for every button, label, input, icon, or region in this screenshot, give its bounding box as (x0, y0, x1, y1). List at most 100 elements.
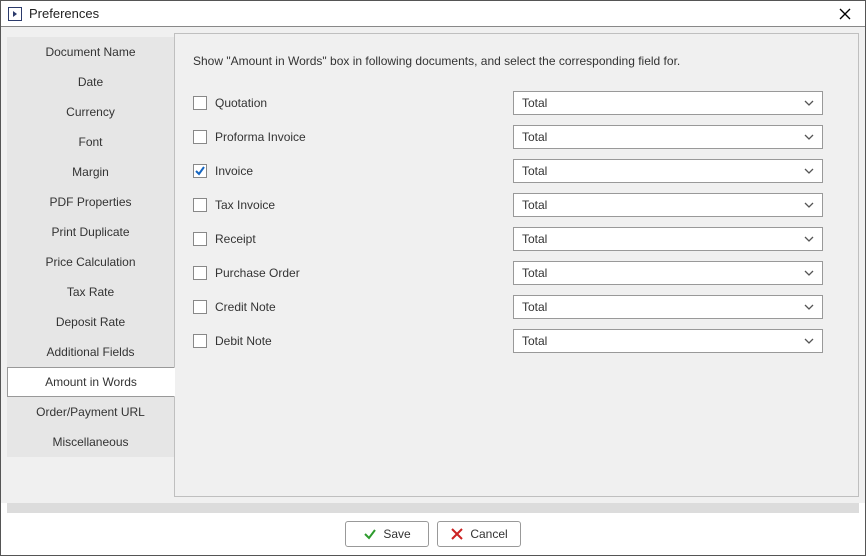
checkbox-debit-note[interactable] (193, 334, 207, 348)
tab-margin[interactable]: Margin (7, 157, 174, 187)
check-icon (363, 527, 377, 541)
save-button[interactable]: Save (345, 521, 429, 547)
tab-label: Amount in Words (45, 375, 137, 389)
tab-additional-fields[interactable]: Additional Fields (7, 337, 174, 367)
tab-label: Deposit Rate (56, 315, 125, 329)
tab-label: Print Duplicate (51, 225, 129, 239)
document-row: Invoice Total (193, 154, 840, 188)
row-label: Receipt (215, 232, 256, 246)
checkmark-icon (194, 165, 206, 177)
cancel-button[interactable]: Cancel (437, 521, 521, 547)
tab-label: Order/Payment URL (36, 405, 145, 419)
select-value: Total (522, 334, 804, 348)
app-icon (7, 6, 23, 22)
document-row: Quotation Total (193, 86, 840, 120)
tab-label: Currency (66, 105, 115, 119)
tab-label: Font (78, 135, 102, 149)
chevron-down-icon (804, 234, 814, 244)
checkbox-wrap: Credit Note (193, 300, 513, 314)
field-select-receipt[interactable]: Total (513, 227, 823, 251)
checkbox-wrap: Tax Invoice (193, 198, 513, 212)
checkbox-wrap: Purchase Order (193, 266, 513, 280)
cancel-button-label: Cancel (470, 527, 507, 541)
rows-container: QuotationTotalProforma InvoiceTotalInvoi… (193, 86, 840, 358)
body: Document Name Date Currency Font Margin PDF P… (1, 27, 865, 503)
save-button-label: Save (383, 527, 410, 541)
tab-pdf-properties[interactable]: PDF Properties (7, 187, 174, 217)
chevron-down-icon (804, 98, 814, 108)
tab-currency[interactable]: Currency (7, 97, 174, 127)
chevron-down-icon (804, 132, 814, 142)
chevron-down-icon (804, 268, 814, 278)
row-label: Proforma Invoice (215, 130, 306, 144)
tab-order-payment-url[interactable]: Order/Payment URL (7, 397, 174, 427)
tab-font[interactable]: Font (7, 127, 174, 157)
chevron-down-icon (804, 166, 814, 176)
checkbox-wrap: Quotation (193, 96, 513, 110)
chevron-down-icon (804, 336, 814, 346)
document-row: Credit Note Total (193, 290, 840, 324)
tab-label: Tax Rate (67, 285, 114, 299)
tab-document-name[interactable]: Document Name (7, 37, 174, 67)
select-value: Total (522, 232, 804, 246)
tab-label: Price Calculation (45, 255, 135, 269)
chevron-down-icon (804, 200, 814, 210)
tab-miscellaneous[interactable]: Miscellaneous (7, 427, 174, 457)
row-label: Quotation (215, 96, 267, 110)
row-label: Credit Note (215, 300, 276, 314)
select-value: Total (522, 266, 804, 280)
field-select-proforma-invoice[interactable]: Total (513, 125, 823, 149)
content-panel: Show "Amount in Words" box in following … (174, 33, 859, 497)
close-icon (839, 8, 851, 20)
row-label: Tax Invoice (215, 198, 275, 212)
window-title: Preferences (29, 6, 829, 21)
chevron-down-icon (804, 302, 814, 312)
row-label: Purchase Order (215, 266, 300, 280)
field-select-tax-invoice[interactable]: Total (513, 193, 823, 217)
document-row: Proforma Invoice Total (193, 120, 840, 154)
tab-deposit-rate[interactable]: Deposit Rate (7, 307, 174, 337)
tab-print-duplicate[interactable]: Print Duplicate (7, 217, 174, 247)
horizontal-scrollbar[interactable] (7, 503, 859, 513)
tab-label: Document Name (45, 45, 135, 59)
row-label: Debit Note (215, 334, 272, 348)
tab-label: PDF Properties (49, 195, 131, 209)
checkbox-proforma-invoice[interactable] (193, 130, 207, 144)
checkbox-wrap: Invoice (193, 164, 513, 178)
checkbox-wrap: Receipt (193, 232, 513, 246)
document-row: Debit Note Total (193, 324, 840, 358)
select-value: Total (522, 96, 804, 110)
field-select-invoice[interactable]: Total (513, 159, 823, 183)
window-close-button[interactable] (829, 1, 861, 26)
field-select-debit-note[interactable]: Total (513, 329, 823, 353)
tab-label: Miscellaneous (52, 435, 128, 449)
tab-date[interactable]: Date (7, 67, 174, 97)
document-row: Receipt Total (193, 222, 840, 256)
select-value: Total (522, 198, 804, 212)
row-label: Invoice (215, 164, 253, 178)
tab-tax-rate[interactable]: Tax Rate (7, 277, 174, 307)
checkbox-purchase-order[interactable] (193, 266, 207, 280)
document-row: Tax Invoice Total (193, 188, 840, 222)
preferences-window: Preferences Document Name Date Currency Fon… (0, 0, 866, 556)
checkbox-quotation[interactable] (193, 96, 207, 110)
tabs-column: Document Name Date Currency Font Margin PDF P… (7, 33, 174, 497)
tab-label: Additional Fields (46, 345, 134, 359)
tab-price-calculation[interactable]: Price Calculation (7, 247, 174, 277)
checkbox-credit-note[interactable] (193, 300, 207, 314)
select-value: Total (522, 164, 804, 178)
checkbox-receipt[interactable] (193, 232, 207, 246)
field-select-credit-note[interactable]: Total (513, 295, 823, 319)
document-row: Purchase Order Total (193, 256, 840, 290)
select-value: Total (522, 130, 804, 144)
checkbox-invoice[interactable] (193, 164, 207, 178)
field-select-purchase-order[interactable]: Total (513, 261, 823, 285)
tab-amount-in-words[interactable]: Amount in Words (7, 367, 175, 397)
titlebar: Preferences (1, 1, 865, 27)
field-select-quotation[interactable]: Total (513, 91, 823, 115)
description-text: Show "Amount in Words" box in following … (193, 54, 840, 68)
cross-icon (450, 527, 464, 541)
checkbox-wrap: Debit Note (193, 334, 513, 348)
checkbox-tax-invoice[interactable] (193, 198, 207, 212)
checkbox-wrap: Proforma Invoice (193, 130, 513, 144)
